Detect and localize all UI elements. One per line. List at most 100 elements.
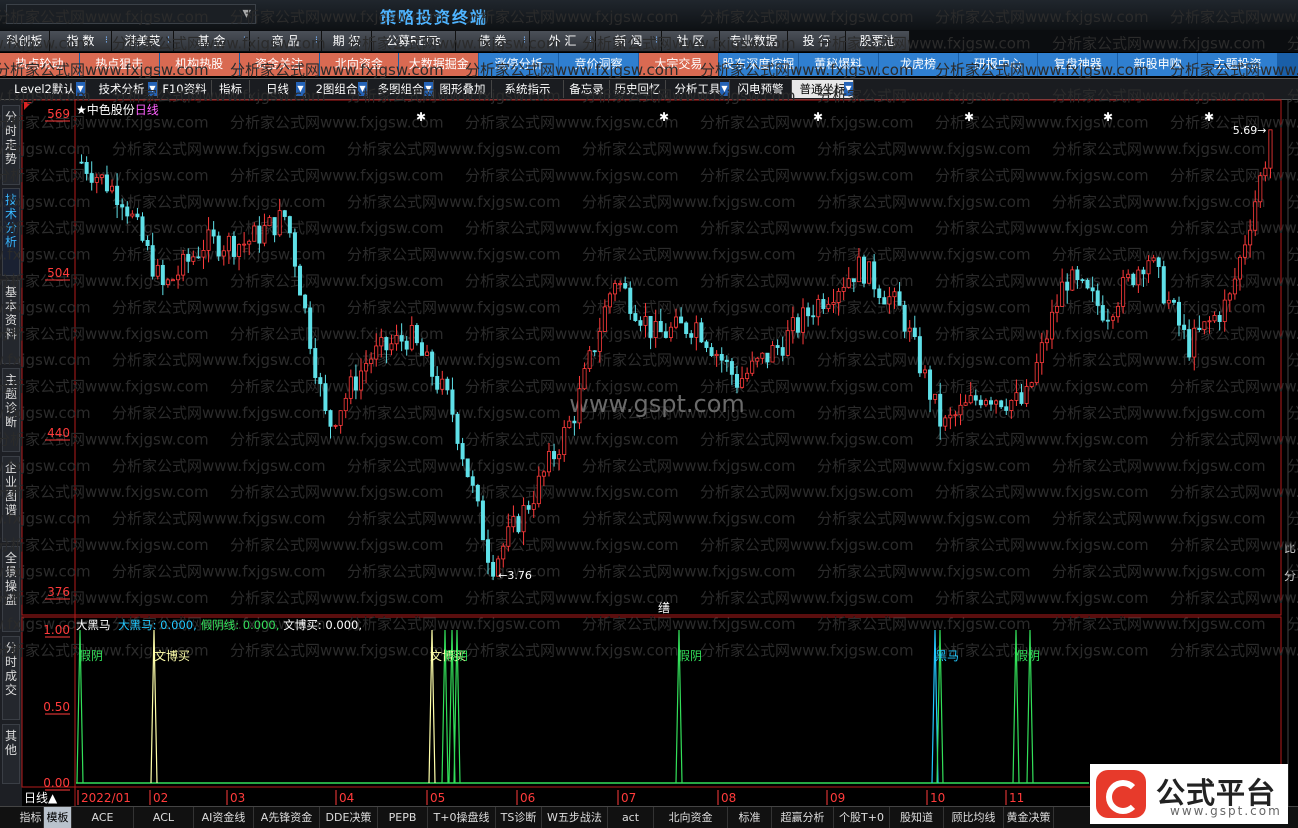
indicator-tab-4[interactable]: AI资金线 <box>194 807 254 828</box>
candle-body <box>338 410 343 426</box>
chart-area[interactable]: 比分 分析家公式网www.fxjgsw.com 分析家公式网www.fxjgsw.… <box>0 0 1298 828</box>
watermark-text: 分析家公式网www.fxjgsw.com <box>1052 140 1266 158</box>
indicator-tab-18[interactable]: 黄金决策 <box>1004 807 1054 828</box>
watermark-text: 分析家公式网www.fxjgsw.com <box>1052 87 1266 105</box>
signal-label: 文博买 <box>154 648 190 663</box>
candle-body <box>1177 301 1182 326</box>
candle-body <box>643 315 648 326</box>
candle-body <box>303 294 308 309</box>
indicator-tab-17[interactable]: 顾比均线 <box>944 807 1004 828</box>
indicator-tab-10[interactable]: W五步战法 <box>542 807 608 828</box>
candle-body <box>135 213 140 218</box>
high-price-marker: 5.69→ <box>1233 124 1267 137</box>
watermark-text: 分析家公式网www.fxjgsw.com <box>1287 615 1298 633</box>
candle-body <box>633 313 638 321</box>
indicator-tab-16[interactable]: 股知道 <box>890 807 944 828</box>
candle-body <box>557 454 562 460</box>
indicator-tab-0[interactable]: 指标 <box>18 807 44 828</box>
watermark-text: 分析家公式网www.fxjgsw.com <box>817 510 1031 528</box>
watermark-text: 分析家公式网www.fxjgsw.com <box>1170 166 1298 184</box>
watermark-text: 分析家公式网www.fxjgsw.com <box>230 8 444 26</box>
candle-body <box>1258 175 1263 203</box>
watermark-text: 分析家公式网www.fxjgsw.com <box>347 457 561 475</box>
candle-body <box>455 413 460 444</box>
watermark-text: 分析家公式网www.fxjgsw.com <box>700 430 914 448</box>
candle-body <box>79 161 84 164</box>
candle-body <box>1126 273 1131 278</box>
candle-body <box>130 213 135 217</box>
candle-body <box>755 357 760 362</box>
favorite-star-icon[interactable]: ★ <box>76 103 87 117</box>
candle-body <box>486 539 491 563</box>
indicator-tab-12[interactable]: 北向资金 <box>654 807 728 828</box>
watermark-text: 分析家公式网www.fxjgsw.com <box>112 298 326 316</box>
watermark-text: 分析家公式网www.fxjgsw.com <box>1052 351 1266 369</box>
indicator-tab-2[interactable]: ACE <box>72 807 134 828</box>
watermark-text: 分析家公式网www.fxjgsw.com <box>1287 351 1298 369</box>
watermark-text: 分析家公式网www.fxjgsw.com <box>112 351 326 369</box>
indicator-tab-8[interactable]: T+0操盘线 <box>428 807 496 828</box>
watermark-text: 分析家公式网www.fxjgsw.com <box>1287 246 1298 264</box>
candle-body <box>897 291 902 306</box>
indicator-tab-11[interactable]: act <box>608 807 654 828</box>
watermark-text: 分析家公式网www.fxjgsw.com <box>347 298 561 316</box>
candle-body <box>1044 338 1049 344</box>
indicator-tab-1[interactable]: 模板 <box>44 807 72 828</box>
candle-body <box>348 376 353 399</box>
candle-body <box>140 216 145 241</box>
candle-body <box>196 256 201 259</box>
indicator-tab-3[interactable]: ACL <box>134 807 194 828</box>
candle-body <box>684 322 689 334</box>
candle-body <box>226 235 231 252</box>
watermark-text: 分析家公式网www.fxjgsw.com <box>817 246 1031 264</box>
candle-body <box>150 245 155 277</box>
candle-body <box>795 317 800 333</box>
watermark-text: 分析家公式网www.fxjgsw.com <box>465 114 679 132</box>
candle-body <box>887 296 892 305</box>
watermark-text: 分析家公式网www.fxjgsw.com <box>1052 510 1266 528</box>
indicator-tab-6[interactable]: DDE决策 <box>320 807 378 828</box>
candle-body <box>287 216 292 234</box>
candle-body <box>973 395 978 401</box>
indicator-tab-5[interactable]: A先锋资金 <box>254 807 320 828</box>
candle-body <box>374 345 379 360</box>
candle-body <box>318 377 323 385</box>
watermark-text: 分析家公式网www.fxjgsw.com <box>935 536 1149 554</box>
signal-label: 假阴 <box>444 649 468 663</box>
watermark-text: 分析家公式网www.fxjgsw.com <box>817 34 1031 52</box>
candle-body <box>191 256 196 262</box>
watermark-text: 分析家公式网www.fxjgsw.com <box>230 114 444 132</box>
watermark-text: 分析家公式网www.fxjgsw.com <box>582 140 796 158</box>
candle-body <box>836 291 841 303</box>
candle-body <box>567 420 572 428</box>
candle-body <box>84 162 89 174</box>
candle-body <box>653 321 658 338</box>
candle-body <box>176 274 181 281</box>
indicator-tab-13[interactable]: 标准 <box>728 807 772 828</box>
price-tick-label: 376 <box>47 585 70 599</box>
watermark-text: 分析家公式网www.fxjgsw.com <box>700 325 914 343</box>
candle-body <box>816 299 821 318</box>
watermark-text: 分析家公式网www.fxjgsw.com <box>465 483 679 501</box>
indicator-tab-15[interactable]: 个股T+0 <box>834 807 890 828</box>
indicator-tab-9[interactable]: TS诊断 <box>496 807 542 828</box>
watermark-text: 分析家公式网www.fxjgsw.com <box>465 642 679 660</box>
candle-body <box>1105 319 1110 322</box>
watermark-text: 分析家公式网www.fxjgsw.com <box>0 378 209 396</box>
watermark-text: 分析家公式网www.fxjgsw.com <box>935 642 1149 660</box>
watermark-text: 分析家公式网www.fxjgsw.com <box>1287 87 1298 105</box>
candle-body <box>801 307 806 333</box>
indicator-tab-14[interactable]: 超赢分析 <box>772 807 834 828</box>
watermark-text: 分析家公式网www.fxjgsw.com <box>1052 562 1266 580</box>
watermark-text: 分析家公式网www.fxjgsw.com <box>1287 510 1298 528</box>
indicator-tick-label: 0.00 <box>43 776 70 790</box>
month-label: 02 <box>153 791 168 805</box>
indicator-tab-7[interactable]: PEPB <box>378 807 428 828</box>
candle-body <box>89 173 94 183</box>
candle-body <box>419 342 424 356</box>
price-tick-label: 440 <box>47 426 70 440</box>
watermark-text: 分析家公式网www.fxjgsw.com <box>0 562 91 580</box>
price-tick-label: 504 <box>47 266 70 280</box>
candle-body <box>120 204 125 208</box>
candle-body <box>877 288 882 298</box>
